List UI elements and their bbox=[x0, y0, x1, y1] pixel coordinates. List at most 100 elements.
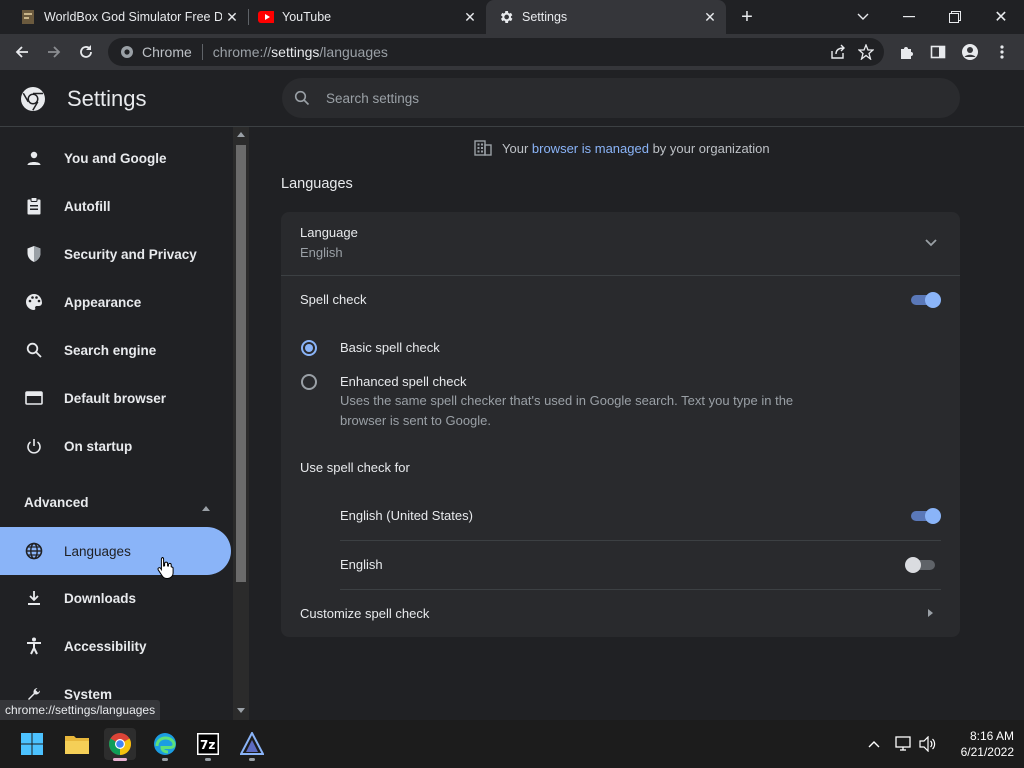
spell-check-toggle[interactable] bbox=[909, 292, 941, 308]
enhanced-spell-check-label: Enhanced spell check bbox=[340, 374, 467, 389]
advanced-label: Advanced bbox=[24, 494, 89, 510]
edge-icon[interactable] bbox=[149, 728, 181, 761]
customize-spell-check-label: Customize spell check bbox=[300, 606, 430, 621]
enhanced-spell-check-desc-line1: Uses the same spell checker that's used … bbox=[340, 393, 794, 408]
clipboard-icon bbox=[24, 196, 44, 216]
english-us-toggle[interactable] bbox=[909, 508, 941, 524]
chrome-logo-icon bbox=[20, 86, 46, 117]
clock-time: 8:16 AM bbox=[969, 729, 1014, 743]
chevron-up-icon bbox=[202, 499, 210, 514]
palette-icon bbox=[24, 292, 44, 312]
sidebar-item-label: You and Google bbox=[64, 150, 167, 166]
url-prefix: chrome:// bbox=[212, 44, 272, 60]
spell-language-label: English bbox=[340, 557, 383, 572]
settings-main: Your browser is managed by your organiza… bbox=[250, 127, 1024, 720]
close-window-button[interactable]: ✕ bbox=[978, 0, 1024, 34]
use-spell-check-for-label: Use spell check for bbox=[300, 460, 410, 475]
sidebar-item-languages[interactable]: Languages bbox=[0, 527, 231, 575]
sidebar-item-you-and-google[interactable]: You and Google bbox=[0, 134, 231, 182]
person-icon bbox=[24, 148, 44, 168]
scroll-down-arrow-icon[interactable] bbox=[237, 708, 245, 713]
system-clock[interactable]: 8:16 AM 6/21/2022 bbox=[944, 728, 1014, 760]
sidebar-item-appearance[interactable]: Appearance bbox=[0, 278, 231, 326]
managed-link[interactable]: browser is managed bbox=[532, 141, 649, 156]
scroll-up-arrow-icon[interactable] bbox=[237, 132, 245, 137]
7zip-icon[interactable]: 7z bbox=[192, 728, 224, 761]
share-icon[interactable] bbox=[830, 44, 846, 63]
windows-start-icon[interactable] bbox=[16, 728, 48, 760]
extensions-icon[interactable] bbox=[892, 38, 920, 66]
managed-notice: Your browser is managed by your organiza… bbox=[474, 140, 770, 156]
sidebar-item-on-startup[interactable]: On startup bbox=[0, 422, 231, 470]
tab-youtube[interactable]: YouTube ✕ bbox=[238, 0, 486, 34]
omnibox-divider bbox=[201, 44, 203, 60]
search-input[interactable]: Search settings bbox=[282, 78, 960, 118]
sidebar-item-label: Default browser bbox=[64, 390, 167, 406]
reload-button[interactable] bbox=[72, 38, 100, 66]
sidebar-scrollbar[interactable] bbox=[233, 127, 249, 720]
new-tab-button[interactable]: + bbox=[726, 0, 768, 34]
close-tab-icon[interactable]: ✕ bbox=[462, 9, 478, 25]
language-row[interactable]: Language English bbox=[281, 212, 960, 275]
managed-prefix: Your bbox=[502, 140, 532, 156]
tab-strip: WorldBox God Simulator Free Do ✕ YouTube… bbox=[0, 0, 1024, 34]
english-toggle[interactable] bbox=[905, 557, 937, 573]
chevron-right-icon bbox=[928, 609, 933, 617]
browser-icon bbox=[24, 388, 44, 408]
back-button[interactable] bbox=[8, 38, 36, 66]
chrome-icon bbox=[120, 45, 134, 59]
url-host: settings bbox=[271, 44, 320, 60]
tab-settings[interactable]: Settings ✕ bbox=[486, 0, 726, 34]
sidebar-item-label: Accessibility bbox=[64, 638, 147, 654]
tab-title: WorldBox God Simulator Free Do bbox=[44, 10, 222, 24]
minimize-button[interactable] bbox=[886, 0, 932, 34]
scrollbar-thumb[interactable] bbox=[236, 145, 246, 582]
globe-icon bbox=[24, 541, 44, 561]
status-bubble: chrome://settings/languages bbox=[0, 700, 161, 720]
customize-spell-check-row[interactable]: Customize spell check bbox=[281, 590, 960, 637]
tray-chevron-up-icon[interactable] bbox=[868, 740, 880, 748]
menu-icon[interactable] bbox=[988, 38, 1016, 66]
volume-icon[interactable] bbox=[919, 736, 937, 752]
sidebar-item-default-browser[interactable]: Default browser bbox=[0, 374, 231, 422]
language-value: English bbox=[300, 245, 343, 260]
chrome-taskbar-icon[interactable] bbox=[104, 728, 136, 761]
basic-spell-check-radio[interactable] bbox=[301, 340, 317, 356]
search-icon bbox=[294, 90, 310, 106]
tab-title: Settings bbox=[522, 10, 568, 24]
tab-title: YouTube bbox=[282, 10, 332, 24]
sidebar-item-label: Downloads bbox=[64, 590, 137, 606]
sidebar-advanced-toggle[interactable]: Advanced bbox=[0, 478, 231, 526]
sidebar-item-security[interactable]: Security and Privacy bbox=[0, 230, 231, 278]
side-panel-icon[interactable] bbox=[924, 38, 952, 66]
languages-card: Language English Spell check Basic spell… bbox=[281, 212, 960, 637]
spell-language-label: English (United States) bbox=[340, 508, 473, 523]
enhanced-spell-check-radio[interactable] bbox=[301, 374, 317, 390]
profile-icon[interactable] bbox=[956, 38, 984, 66]
enhanced-spell-check-desc-line2: browser is sent to Google. bbox=[340, 413, 492, 428]
power-icon bbox=[24, 436, 44, 456]
address-bar[interactable]: Chrome chrome:// settings /languages bbox=[108, 38, 884, 66]
clock-date: 6/21/2022 bbox=[960, 745, 1014, 759]
tab-worldbox[interactable]: WorldBox God Simulator Free Do ✕ bbox=[0, 0, 248, 34]
close-tab-icon[interactable]: ✕ bbox=[702, 9, 718, 25]
network-icon[interactable] bbox=[895, 736, 913, 752]
building-icon bbox=[474, 140, 492, 156]
youtube-icon bbox=[258, 9, 274, 25]
windows-taskbar: 7z 8:16 AM 6/21/2022 bbox=[0, 720, 1024, 768]
forward-button[interactable] bbox=[40, 38, 68, 66]
sidebar-item-downloads[interactable]: Downloads bbox=[0, 574, 231, 622]
restore-button[interactable] bbox=[932, 0, 978, 34]
sidebar-item-accessibility[interactable]: Accessibility bbox=[0, 622, 231, 670]
sidebar-item-autofill[interactable]: Autofill bbox=[0, 182, 231, 230]
page-title: Settings bbox=[67, 86, 147, 111]
sidebar-item-search-engine[interactable]: Search engine bbox=[0, 326, 231, 374]
divider bbox=[281, 275, 960, 276]
sidebar-item-label: On startup bbox=[64, 438, 133, 454]
tab-search-icon[interactable] bbox=[840, 0, 886, 34]
star-icon[interactable] bbox=[857, 43, 875, 63]
spell-check-label: Spell check bbox=[300, 292, 367, 307]
app-triangle-icon[interactable] bbox=[236, 728, 268, 761]
file-explorer-icon[interactable] bbox=[61, 728, 93, 760]
settings-header: Settings Search settings bbox=[0, 70, 1024, 127]
